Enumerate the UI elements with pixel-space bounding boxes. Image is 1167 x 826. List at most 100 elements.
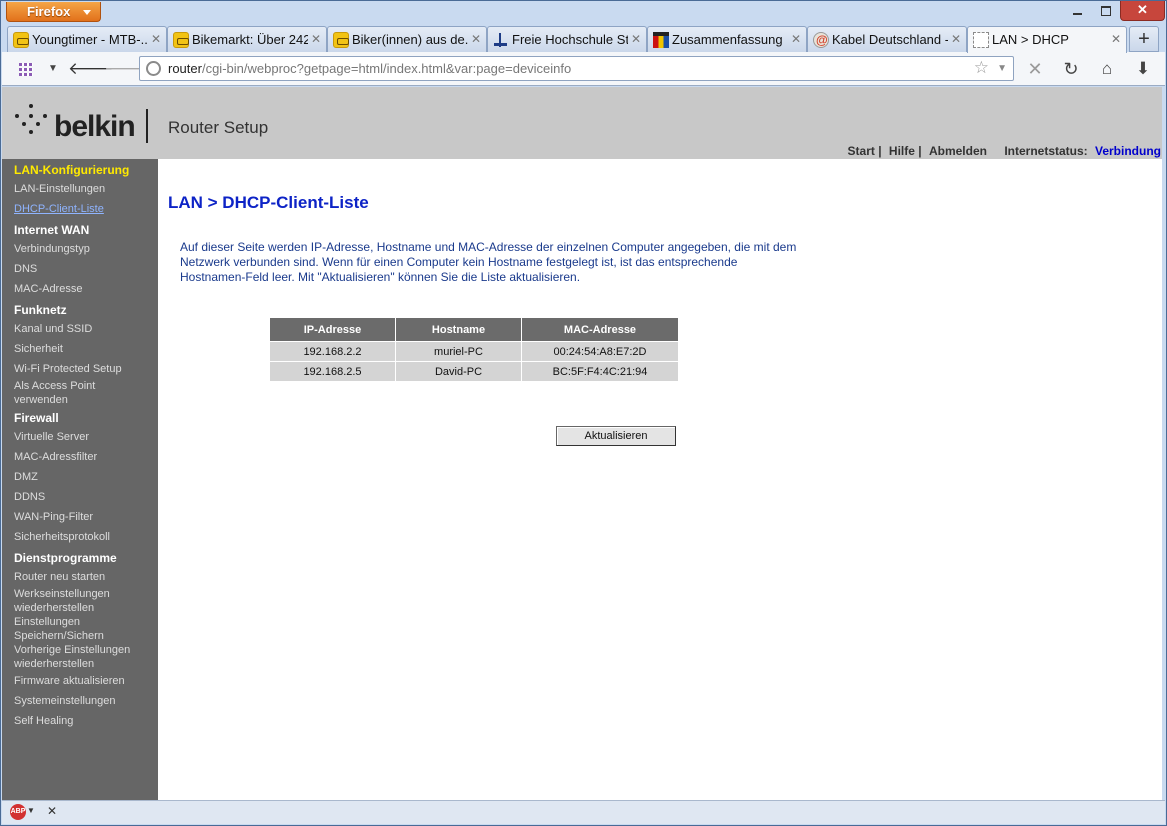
tab-biker[interactable]: Biker(innen) aus de... ✕ (327, 26, 487, 52)
close-icon[interactable]: ✕ (1111, 27, 1121, 52)
sidebar-item-werkseinstellungen[interactable]: Werkseinstellungen (14, 587, 110, 601)
star-icon[interactable]: ☆ (974, 58, 989, 78)
reload-icon[interactable]: ↻ (1058, 57, 1084, 81)
tab-youngtimer[interactable]: Youngtimer - MTB-... ✕ (7, 26, 167, 52)
globe-icon (146, 61, 161, 76)
page-title: LAN > DHCP-Client-Liste (168, 193, 369, 212)
back-button[interactable]: 🡐 (68, 57, 114, 81)
tab-label: Biker(innen) aus de... (352, 32, 468, 47)
tab-label: Youngtimer - MTB-... (32, 32, 148, 47)
close-icon[interactable]: ✕ (791, 27, 801, 52)
sidebar-item-dns[interactable]: DNS (14, 262, 37, 276)
sidebar-item-einstellungen[interactable]: Einstellungen (14, 615, 80, 629)
column-header: MAC-Adresse (521, 317, 679, 342)
tab-kabel[interactable]: Kabel Deutschland -...✕ (807, 26, 967, 52)
chevron-down-icon[interactable]: ▼ (27, 806, 35, 815)
sidebar-item-vorherige-einstellungen[interactable]: Vorherige Einstellungen (14, 643, 130, 657)
sidebar-item-werkseinstellungen-cont[interactable]: wiederherstellen (14, 601, 94, 615)
sidebar-item-dmz[interactable]: DMZ (14, 470, 38, 484)
firefox-menu-label: Firefox (27, 4, 71, 19)
refresh-button[interactable]: Aktualisieren (556, 426, 676, 446)
page-description: Auf dieser Seite werden IP-Adresse, Host… (180, 240, 797, 284)
chevron-down-icon[interactable]: ▼ (997, 63, 1007, 74)
maximize-button[interactable] (1091, 1, 1119, 21)
tab-bikemarkt[interactable]: Bikemarkt: Über 242...✕ (167, 26, 327, 52)
table-row: 192.168.2.2 muriel-PC 00:24:54:A8:E7:2D (269, 341, 679, 362)
apps-grid-icon[interactable] (14, 57, 40, 81)
history-dropdown-icon[interactable]: ▼ (40, 57, 66, 81)
home-icon[interactable]: ⌂ (1094, 57, 1120, 81)
url-bar[interactable]: router/cgi-bin/webproc?getpage=html/inde… (139, 56, 1014, 81)
browser-window: Firefox Youngtimer - MTB-...✕ Bikemarkt:… (0, 0, 1167, 826)
page-content: belkin Router Setup Start | Hilfe | Abme… (2, 87, 1162, 800)
dhcp-client-table: IP-Adresse Hostname MAC-Adresse 192.168.… (269, 317, 679, 382)
start-link[interactable]: Start | (848, 144, 882, 158)
hilfe-link[interactable]: Hilfe | (889, 144, 922, 158)
sidebar-item-dhcp-client-liste[interactable]: DHCP-Client-Liste (14, 202, 104, 216)
table-cell-ip: 192.168.2.5 (269, 361, 396, 382)
internet-status-value: Verbindung (1095, 144, 1161, 158)
sidebar-item-wps[interactable]: Wi-Fi Protected Setup (14, 362, 122, 376)
main-panel: LAN > DHCP-Client-Liste Auf dieser Seite… (159, 159, 1162, 800)
table-cell-mac: BC:5F:F4:4C:21:94 (521, 361, 679, 382)
close-icon[interactable]: ✕ (47, 804, 57, 818)
close-icon[interactable]: ✕ (151, 27, 161, 52)
tab-hochschule[interactable]: Freie Hochschule St... ✕ (487, 26, 647, 52)
new-tab-button[interactable]: + (1129, 26, 1159, 52)
download-icon[interactable]: ⬇ (1130, 57, 1156, 81)
table-header-row: IP-Adresse Hostname MAC-Adresse (269, 317, 679, 342)
sidebar-item-mac-adresse[interactable]: MAC-Adresse (14, 282, 82, 296)
column-header: Hostname (395, 317, 522, 342)
adblock-plus-icon[interactable]: ABP (10, 804, 26, 820)
sidebar-item-lan-einstellungen[interactable]: LAN-Einstellungen (14, 182, 105, 196)
sidebar-item-kanal-ssid[interactable]: Kanal und SSID (14, 322, 92, 336)
internet-status-label: Internetstatus: (1004, 144, 1088, 158)
firefox-menu-button[interactable]: Firefox (6, 2, 101, 22)
sidebar-heading-dienstprogramme: Dienstprogramme (14, 551, 117, 565)
sidebar-item-ddns[interactable]: DDNS (14, 490, 45, 504)
sidebar-item-verbindungstyp[interactable]: Verbindungstyp (14, 242, 90, 256)
table-row: 192.168.2.5 David-PC BC:5F:F4:4C:21:94 (269, 361, 679, 382)
url-host: router (168, 61, 202, 76)
bike-favicon-icon (173, 32, 189, 48)
tab-lan-dhcp[interactable]: LAN > DHCP ✕ (967, 26, 1127, 53)
sidebar-item-systemeinstellungen[interactable]: Systemeinstellungen (14, 694, 116, 708)
sidebar-item-sicherheit[interactable]: Sicherheit (14, 342, 63, 356)
close-icon[interactable]: ✕ (311, 27, 321, 52)
sidebar-item-vorherige-einstellungen-cont[interactable]: wiederherstellen (14, 657, 94, 671)
navigation-toolbar: ▼ 🡐 🡒 router/cgi-bin/webproc?getpage=htm… (2, 52, 1165, 86)
logo-divider (146, 109, 148, 143)
minimize-button[interactable] (1063, 1, 1091, 21)
sidebar-heading-internet-wan: Internet WAN (14, 223, 90, 237)
sidebar-item-mac-adressfilter[interactable]: MAC-Adressfilter (14, 450, 97, 464)
sidebar-item-access-point[interactable]: Als Access Point (14, 379, 95, 393)
abmelden-link[interactable]: Abmelden (929, 144, 987, 158)
sidebar-item-speichern-sichern[interactable]: Speichern/Sichern (14, 629, 104, 643)
sidebar-heading-firewall: Firewall (14, 411, 59, 425)
sidebar-item-self-healing[interactable]: Self Healing (14, 714, 73, 728)
sidebar-item-sicherheitsprotokoll[interactable]: Sicherheitsprotokoll (14, 530, 110, 544)
sidebar-item-firmware[interactable]: Firmware aktualisieren (14, 674, 125, 688)
kabel-favicon-icon (813, 28, 829, 52)
header-subtitle: Router Setup (168, 118, 269, 137)
url-text[interactable]: router/cgi-bin/webproc?getpage=html/inde… (168, 61, 571, 76)
bike-favicon-icon (13, 32, 29, 48)
close-icon[interactable]: ✕ (951, 27, 961, 52)
sidebar-item-virtuelle-server[interactable]: Virtuelle Server (14, 430, 89, 444)
sidebar-item-router-neu-starten[interactable]: Router neu starten (14, 570, 105, 584)
bike-favicon-icon (333, 32, 349, 48)
sidebar-item-wan-ping-filter[interactable]: WAN-Ping-Filter (14, 510, 93, 524)
close-icon[interactable]: ✕ (471, 27, 481, 52)
column-header: IP-Adresse (269, 317, 396, 342)
sidebar-heading-lan: LAN-Konfigurierung (14, 163, 130, 177)
close-icon[interactable]: ✕ (631, 27, 641, 52)
stop-icon[interactable]: ✕ (1022, 57, 1048, 81)
tab-label: LAN > DHCP (992, 32, 1069, 47)
sidebar-item-access-point-cont[interactable]: verwenden (14, 393, 68, 407)
tab-zusammenfassung[interactable]: Zusammenfassung ✕ (647, 26, 807, 52)
window-close-button[interactable] (1120, 1, 1165, 21)
chevron-down-icon (83, 10, 91, 15)
sidebar: LAN-Konfigurierung LAN-Einstellungen DHC… (2, 159, 158, 800)
forward-button[interactable]: 🡒 (104, 57, 150, 81)
table-cell-hostname: muriel-PC (395, 341, 522, 362)
